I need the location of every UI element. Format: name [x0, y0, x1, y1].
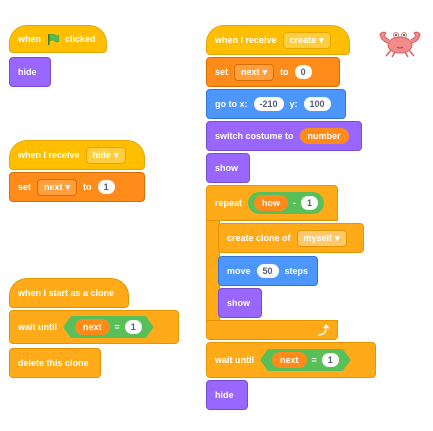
chevron-down-icon: ▾ — [114, 149, 119, 160]
variable-reporter[interactable]: next — [272, 352, 307, 368]
block-text-set: set — [215, 67, 229, 77]
variable-reporter[interactable]: how — [254, 195, 289, 211]
go-to-xy-block[interactable]: go to x: -210 y: 100 — [206, 89, 346, 119]
x-input[interactable]: -210 — [253, 97, 284, 111]
move-steps-block[interactable]: move 50 steps — [218, 256, 318, 286]
operator-symbol: - — [293, 198, 297, 208]
block-text-show: show — [215, 163, 239, 173]
chevron-down-icon: ▾ — [335, 232, 340, 243]
subtract-operator[interactable]: how - 1 — [248, 192, 325, 214]
block-text-delete-clone: delete this clone — [18, 358, 89, 368]
block-text-when: when — [18, 34, 42, 44]
dropdown-value: create — [289, 35, 317, 45]
show-block[interactable]: show — [206, 153, 250, 183]
repeat-block[interactable]: repeat how - 1 — [206, 185, 338, 221]
clone-target-dropdown[interactable]: myself ▾ — [296, 229, 347, 247]
value-input[interactable]: 1 — [301, 196, 319, 210]
block-text-wait-until: wait until — [215, 355, 254, 365]
operator-symbol: = — [114, 322, 120, 332]
when-i-receive-block[interactable]: when I receive hide ▾ — [9, 140, 145, 170]
message-dropdown[interactable]: create ▾ — [282, 31, 331, 49]
crab-sprite[interactable] — [377, 25, 423, 59]
y-input[interactable]: 100 — [303, 97, 331, 111]
message-dropdown[interactable]: hide ▾ — [85, 146, 126, 164]
value-input[interactable]: 1 — [125, 320, 142, 334]
block-text-move: move — [227, 266, 251, 276]
equals-operator[interactable]: next = 1 — [260, 349, 351, 371]
dropdown-value: myself — [303, 233, 333, 243]
block-text-clicked: clicked — [65, 34, 96, 44]
dropdown-value: next — [44, 182, 63, 192]
value-input[interactable]: 0 — [294, 65, 312, 79]
repeat-block-bottom: ⤴ — [206, 320, 338, 340]
value-input[interactable]: 1 — [322, 353, 339, 367]
block-text-hide: hide — [18, 67, 37, 77]
create-clone-block[interactable]: create clone of myself ▾ — [218, 223, 364, 253]
set-variable-block[interactable]: set next ▾ to 1 — [9, 172, 145, 202]
block-text-y: y: — [289, 99, 298, 109]
wait-until-block[interactable]: wait until next = 1 — [9, 310, 179, 344]
block-text-go-to-x: go to x: — [215, 99, 248, 109]
chevron-down-icon: ▾ — [262, 66, 268, 77]
equals-operator[interactable]: next = 1 — [63, 316, 154, 338]
dropdown-value: next — [241, 67, 260, 77]
hide-block[interactable]: hide — [9, 57, 51, 87]
delete-this-clone-block[interactable]: delete this clone — [9, 348, 101, 378]
chevron-down-icon: ▾ — [65, 181, 71, 192]
when-flag-clicked-block[interactable]: when clicked — [9, 25, 107, 53]
block-text-show: show — [227, 298, 251, 308]
wait-until-block[interactable]: wait until next = 1 — [206, 342, 376, 378]
block-text-repeat: repeat — [215, 198, 243, 208]
block-text-set: set — [18, 182, 32, 192]
block-text-switch-costume: switch costume to — [215, 131, 294, 141]
variable-dropdown[interactable]: next ▾ — [37, 178, 78, 196]
block-text-when-i-receive: when I receive — [215, 35, 277, 45]
show-block[interactable]: show — [218, 288, 262, 318]
block-text-hide: hide — [215, 390, 234, 400]
block-text-create-clone: create clone of — [227, 233, 291, 243]
switch-costume-block[interactable]: switch costume to number — [206, 121, 362, 151]
block-text-when-i-receive: when I receive — [18, 150, 80, 160]
steps-input[interactable]: 50 — [256, 264, 279, 278]
block-text-when-clone: when I start as a clone — [18, 288, 115, 298]
variable-reporter[interactable]: number — [299, 128, 349, 144]
green-flag-icon — [48, 33, 60, 45]
block-text-steps: steps — [284, 266, 309, 276]
when-i-receive-block[interactable]: when I receive create ▾ — [206, 25, 350, 55]
block-text-to: to — [280, 67, 289, 77]
variable-reporter[interactable]: next — [75, 319, 110, 335]
block-text-wait-until: wait until — [18, 322, 57, 332]
value-input[interactable]: 1 — [97, 180, 115, 194]
dropdown-value: hide — [92, 150, 112, 160]
block-text-to: to — [83, 182, 92, 192]
operator-symbol: = — [311, 355, 317, 365]
when-i-start-as-clone-block[interactable]: when I start as a clone — [9, 278, 129, 308]
loop-arrow-icon: ⤴ — [318, 325, 329, 337]
hide-block[interactable]: hide — [206, 380, 248, 410]
chevron-down-icon: ▾ — [319, 34, 324, 45]
variable-dropdown[interactable]: next ▾ — [234, 63, 275, 81]
set-variable-block[interactable]: set next ▾ to 0 — [206, 57, 340, 87]
